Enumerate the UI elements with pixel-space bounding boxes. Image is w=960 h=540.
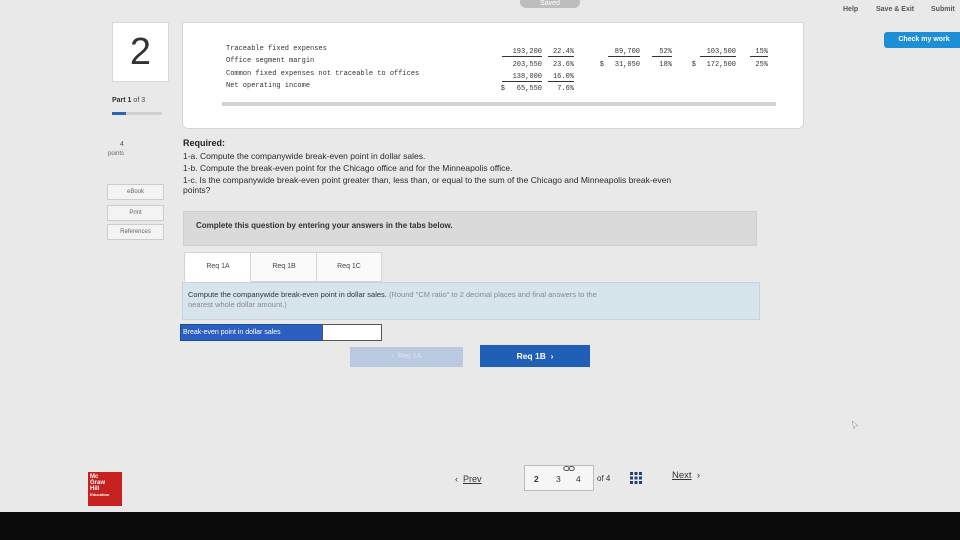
cell-chicago-pct: 18% [659,61,672,69]
tab-req-1b[interactable]: Req 1B [250,252,318,282]
references-link[interactable]: References [107,224,164,240]
next-req-button[interactable]: Req 1B › [480,345,590,367]
part-of: of 3 [133,97,146,104]
cell-minneapolis-pct: 25% [755,61,768,69]
page-4[interactable]: 4 [576,474,581,484]
cell-minneapolis: 103,500 [700,48,736,57]
instruction-main: Compute the companywide break-even point… [188,290,387,299]
chevron-left-icon: ‹ [455,474,458,484]
dollar-sign: $ [599,61,604,69]
cell-total-pct: 23.6% [552,61,574,69]
chevron-left-icon: ‹ [391,353,395,360]
cell-chicago: 89,700 [608,48,640,57]
row-label: Traceable fixed expenses [226,45,327,53]
row-label: Net operating income [226,82,311,90]
horizontal-scrollbar[interactable] [222,102,776,106]
save-exit-link[interactable]: Save & Exit [876,6,914,13]
saved-indicator: Saved [520,0,580,8]
tab-req-1c[interactable]: Req 1C [316,252,382,282]
cell-chicago-pct: 52% [652,48,672,57]
bottom-bezel [0,512,960,540]
next-label: Next [672,470,692,481]
ebook-link[interactable]: eBook [107,184,164,200]
tab-req-1a[interactable]: Req 1A [184,252,252,282]
grid-icon[interactable] [630,472,642,484]
cell-minneapolis: 172,500 [706,61,736,69]
points-value: 4 [120,141,124,148]
prev-link[interactable]: ‹ Prev [455,474,482,484]
page-total: of 4 [597,474,611,483]
row-label: Common fixed expenses not traceable to o… [226,70,420,78]
part-indicator: Part 1 of 3 [112,97,145,104]
cell-total-pct: 7.6% [557,85,574,93]
page-3[interactable]: 3 [556,474,561,484]
break-even-label: Break-even point in dollar sales [180,324,326,341]
mcgraw-hill-logo: Mc Graw Hill Education [88,472,122,506]
part-progress-fill [112,112,126,115]
cell-total-pct: 16.0% [548,73,574,82]
part-label: Part 1 [112,97,132,104]
cell-total: 138,000 [502,73,542,82]
print-link[interactable]: Print [107,205,164,221]
prev-label: Prev [463,474,482,484]
complete-banner-text: Complete this question by entering your … [196,221,453,230]
cell-minneapolis-pct: 15% [750,48,768,57]
cell-total: 65,550 [516,85,542,93]
required-item: 1-c. Is the companywide break-even point… [183,175,672,185]
required-item: points? [183,185,211,195]
dollar-sign: $ [691,61,696,69]
row-label: Office segment margin [226,57,315,65]
logo-line: Education [90,492,110,497]
points-label: points [108,151,125,157]
required-title: Required: [183,138,226,148]
chevron-right-icon: › [550,351,554,361]
chevron-right-icon: › [696,470,700,481]
prev-req-button[interactable]: ‹ Req 1A [350,347,463,367]
prev-req-label: Req 1A [397,353,422,360]
link-icon [563,466,575,471]
cell-total-pct: 22.4% [548,48,574,57]
check-my-work-button[interactable]: Check my work [884,32,960,48]
break-even-input[interactable] [322,324,382,341]
cell-total: 193,200 [502,48,542,57]
page-2[interactable]: 2 [534,474,539,484]
next-link[interactable]: Next › [672,470,700,481]
help-link[interactable]: Help [843,6,858,13]
next-req-label: Req 1B [516,351,546,361]
required-item: 1-b. Compute the break-even point for th… [183,163,513,173]
submit-link[interactable]: Submit [931,6,955,13]
cell-chicago: 31,050 [614,61,640,69]
required-item: 1-a. Compute the companywide break-even … [183,151,426,161]
cell-total: 203,550 [512,61,542,69]
instruction-note-2: nearest whole dollar amount.) [188,300,287,309]
instruction-text: Compute the companywide break-even point… [188,290,748,310]
question-number: 2 [112,22,169,82]
instruction-note: (Round "CM ratio" to 2 decimal places an… [388,290,597,299]
mouse-cursor-icon [852,421,858,429]
